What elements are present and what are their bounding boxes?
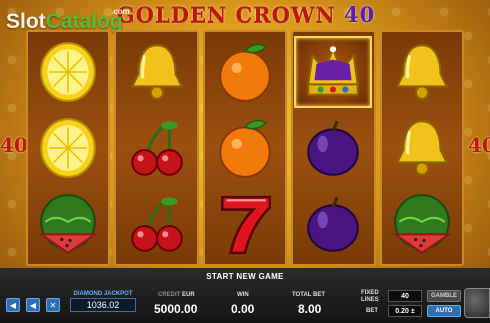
total-bet-value: 8.00	[298, 302, 322, 316]
win-label: WIN	[237, 292, 249, 298]
reel-4	[291, 30, 376, 266]
seven-icon	[221, 195, 272, 255]
symbol-cell	[118, 112, 196, 184]
game-title-text: GOLDEN CROWN	[116, 2, 336, 27]
symbol-cell	[294, 188, 372, 260]
symbol-cell	[29, 188, 107, 260]
plum-icon	[307, 120, 360, 176]
symbol-cell	[118, 188, 196, 260]
reel-5	[379, 30, 465, 266]
reels-grid	[26, 30, 465, 266]
orange-icon	[219, 43, 271, 102]
win-value: 0.00	[231, 302, 255, 316]
lemon-icon	[40, 118, 97, 178]
watermelon-icon	[38, 194, 99, 255]
settings-button[interactable]: ◀	[6, 298, 20, 312]
crown-icon	[307, 46, 360, 96]
line-indicator-right: 40	[468, 133, 490, 157]
symbol-cell	[206, 188, 284, 260]
watermelon-icon	[391, 194, 452, 255]
symbol-cell	[383, 188, 461, 260]
lemon-icon	[40, 42, 97, 102]
credit-label: CREDIT	[158, 292, 181, 298]
line-indicator-left: 40	[0, 133, 28, 157]
total-bet-label: TOTAL BET	[292, 292, 325, 298]
credit-currency: EUR	[182, 292, 195, 298]
speaker-icon: ◀	[29, 300, 37, 310]
bell-icon	[130, 44, 184, 100]
bet-value: 0.20	[395, 307, 409, 315]
reel-3	[202, 30, 288, 266]
symbol-cell	[383, 36, 461, 108]
reel-1	[26, 30, 111, 266]
symbol-cell	[29, 112, 107, 184]
game-title-number: 40	[344, 2, 376, 27]
close-icon: ✕	[49, 300, 57, 310]
orange-icon	[219, 119, 271, 178]
spin-button[interactable]	[464, 288, 490, 318]
credit-value: 5000.00	[154, 302, 198, 316]
close-button[interactable]: ✕	[46, 298, 60, 312]
bet-label: BET	[366, 308, 378, 314]
symbol-cell	[206, 112, 284, 184]
bell-icon	[395, 44, 449, 100]
symbol-cell	[294, 112, 372, 184]
cherry-icon	[130, 121, 183, 176]
symbol-cell	[383, 112, 461, 184]
triangle-left-icon: ◀	[9, 300, 17, 310]
symbol-cell	[29, 36, 107, 108]
credit-label-group: CREDIT EUR	[158, 292, 195, 298]
symbol-cell	[206, 36, 284, 108]
bet-selector[interactable]: 0.20 ±	[388, 305, 422, 317]
fixed-lines-label: FIXED LINES	[361, 290, 379, 303]
reel-2	[114, 30, 199, 266]
jackpot-label: DIAMOND JACKPOT	[73, 291, 133, 297]
cherry-icon	[130, 197, 183, 252]
sound-button[interactable]: ◀	[26, 298, 40, 312]
auto-button[interactable]: AUTO	[427, 305, 461, 317]
gamble-button[interactable]: GAMBLE	[427, 290, 461, 302]
status-message: START NEW GAME	[206, 272, 284, 281]
symbol-cell	[118, 36, 196, 108]
jackpot-value: 1036.02	[70, 298, 136, 312]
plus-minus-icon: ±	[408, 307, 415, 315]
fixed-lines-value: 40	[388, 290, 422, 302]
watermark-com: .com	[111, 7, 130, 16]
symbol-cell-highlighted	[294, 36, 373, 108]
plum-icon	[307, 196, 360, 252]
game-title: GOLDEN CROWN 40	[96, 2, 396, 28]
bell-icon	[395, 120, 449, 176]
